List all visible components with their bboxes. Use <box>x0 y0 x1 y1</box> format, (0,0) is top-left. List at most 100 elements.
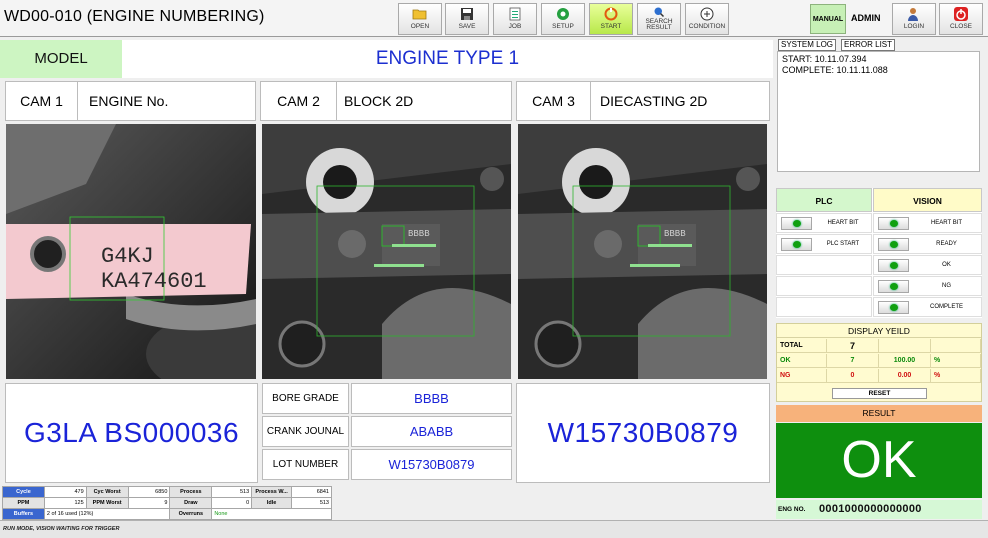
start-button[interactable]: START <box>589 3 633 35</box>
stat-label: PPM Worst <box>85 497 129 509</box>
plc-heart-bit: HEART BIT <box>776 213 872 233</box>
reset-button[interactable]: RESET <box>832 388 927 399</box>
yield-percent: 0.00 <box>879 369 931 383</box>
result-status: OK <box>776 423 982 498</box>
yield-count: 0 <box>827 369 879 383</box>
stat-value: 479 <box>43 486 87 498</box>
stat-label: Cyc Worst <box>85 486 129 498</box>
timing-stats-table: Cycle 479 Cyc Worst 6850 Process 513 Pro… <box>2 486 332 520</box>
start-cycle-icon <box>604 7 618 21</box>
cam1-ocr-line1: G4KJ <box>101 244 154 269</box>
cam2-header: CAM 2 BLOCK 2D <box>260 81 512 121</box>
tab-error-list[interactable]: ERROR LIST <box>841 39 896 51</box>
user-login-icon <box>908 8 918 21</box>
cam1-image[interactable]: G4KJ KA474601 <box>6 124 256 379</box>
yield-percent-sign: % <box>931 354 981 368</box>
yield-row-ng: NG 0 0.00 % <box>777 369 981 383</box>
yield-title: DISPLAY YEILD <box>777 324 981 338</box>
status-led-icon <box>878 259 909 272</box>
io-label: READY <box>936 241 957 247</box>
app-window: WD00-010 (ENGINE NUMBERING) OPEN SAVE JO… <box>0 0 988 538</box>
yield-empty <box>879 339 931 353</box>
setup-button[interactable]: SETUP <box>541 3 585 35</box>
search-icon <box>654 7 665 18</box>
job-list-icon <box>509 7 521 21</box>
stats-row: Cycle 479 Cyc Worst 6850 Process 513 Pro… <box>2 486 332 498</box>
status-led-icon <box>878 301 909 314</box>
cam1-image-canvas: G4KJ KA474601 <box>6 124 256 379</box>
stat-value: 125 <box>43 497 87 509</box>
stats-row: Buffers 2 of 16 used (12%) Overruns None <box>2 508 332 520</box>
stat-value: 6850 <box>127 486 171 498</box>
plc-start: PLC START <box>776 234 872 254</box>
io-label: HEART BIT <box>827 220 859 226</box>
folder-icon <box>412 9 427 20</box>
vision-heart-bit: HEART BIT <box>873 213 982 233</box>
plc-header: PLC <box>776 188 872 212</box>
stat-label: Cycle <box>2 486 45 498</box>
close-button[interactable]: CLOSE <box>939 3 983 35</box>
cam2-image-canvas: BBBB <box>262 124 511 379</box>
stat-label: Buffers <box>2 508 45 520</box>
stats-row: PPM 125 PPM Worst 9 Draw 0 Idle 513 <box>2 497 332 509</box>
yield-empty <box>931 339 981 353</box>
cam2-number: CAM 2 <box>261 82 337 120</box>
condition-button[interactable]: CONDITION <box>685 3 729 35</box>
search-result-button[interactable]: SEARCH RESULT <box>637 3 681 35</box>
io-label: HEART BIT <box>930 220 963 226</box>
top-toolbar: WD00-010 (ENGINE NUMBERING) OPEN SAVE JO… <box>0 0 988 37</box>
status-led-icon <box>878 217 909 230</box>
job-label: JOB <box>508 23 522 30</box>
stat-label: Overruns <box>169 508 213 520</box>
stat-value: 9 <box>127 497 171 509</box>
io-label: NG <box>942 283 951 289</box>
system-log-box[interactable]: START: 10.11.07.394 COMPLETE: 10.11.11.0… <box>777 51 980 172</box>
cam1-number: CAM 1 <box>6 82 78 120</box>
close-label: CLOSE <box>949 23 973 30</box>
login-button[interactable]: LOGIN <box>892 3 936 35</box>
cam1-header: CAM 1 ENGINE No. <box>5 81 256 121</box>
yield-row-ok: OK 7 100.00 % <box>777 354 981 368</box>
tab-system-log[interactable]: SYSTEM LOG <box>778 39 837 51</box>
save-label: SAVE <box>458 23 476 30</box>
cam2-image[interactable]: BBBB <box>262 124 511 379</box>
log-line: START: 10.11.07.394 <box>782 54 867 64</box>
eng-no-label: ENG NO. <box>778 506 806 513</box>
cam1-ocr-line2: KA474601 <box>101 269 207 294</box>
cam3-result: W15730B0879 <box>516 383 770 483</box>
mode-badge[interactable]: MANUAL <box>810 4 846 34</box>
cam2-code-text: BBBB <box>408 229 430 239</box>
stat-label: Idle <box>251 497 293 509</box>
cam3-image[interactable]: BBBB <box>518 124 767 379</box>
yield-label: OK <box>777 354 827 368</box>
save-button[interactable]: SAVE <box>445 3 489 35</box>
plc-empty-cell <box>776 297 872 317</box>
stat-value: 513 <box>291 497 332 509</box>
start-label: START <box>600 23 622 30</box>
vision-ng: NG <box>873 276 982 296</box>
stat-value: 513 <box>211 486 253 498</box>
power-icon <box>954 7 968 21</box>
floppy-disk-icon <box>461 8 473 20</box>
yield-row-total: TOTAL 7 <box>777 339 981 353</box>
crank-journal-value: ABABB <box>351 416 512 447</box>
yield-label: TOTAL <box>777 339 827 353</box>
vision-ready: READY <box>873 234 982 254</box>
io-label: OK <box>942 262 951 268</box>
condition-icon <box>700 7 714 21</box>
app-title: WD00-010 (ENGINE NUMBERING) <box>4 8 265 25</box>
yield-label: NG <box>777 369 827 383</box>
bore-grade-value: BBBB <box>351 383 512 414</box>
plc-empty-cell <box>776 255 872 275</box>
condition-label: CONDITION <box>688 23 726 30</box>
stat-value: 6841 <box>291 486 332 498</box>
job-button[interactable]: JOB <box>493 3 537 35</box>
stat-label: Draw <box>169 497 213 509</box>
vision-ok: OK <box>873 255 982 275</box>
open-button[interactable]: OPEN <box>398 3 442 35</box>
stat-label: PPM <box>2 497 45 509</box>
status-led-icon <box>878 280 909 293</box>
stat-label: Process <box>169 486 213 498</box>
io-status-panel: PLC VISION HEART BIT PLC START HEART BIT… <box>776 188 982 318</box>
yield-count: 7 <box>827 354 879 368</box>
